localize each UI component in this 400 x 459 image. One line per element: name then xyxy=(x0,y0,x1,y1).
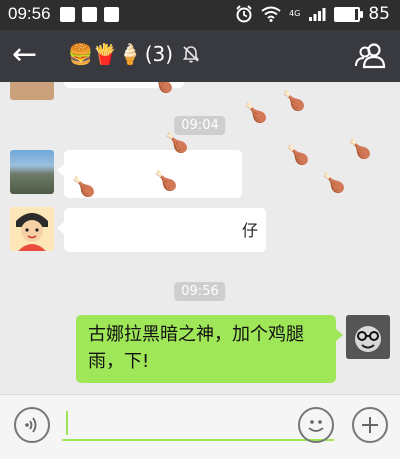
network-label: 4G xyxy=(289,9,301,18)
signal-icon xyxy=(309,8,326,21)
battery-level: 85 xyxy=(368,4,390,24)
child-photo-avatar xyxy=(346,315,390,359)
voice-icon[interactable] xyxy=(14,407,50,443)
message-text: 古娜拉黑暗之神，加个鸡腿雨，下! xyxy=(88,324,304,372)
voice-waves-icon xyxy=(25,417,37,433)
notification-icon xyxy=(82,7,97,22)
drumstick-rain-icon: 🍗 xyxy=(282,90,306,112)
drumstick-rain-icon: 🍗 xyxy=(286,144,310,166)
group-icon[interactable] xyxy=(354,40,386,72)
arrow-left-icon[interactable]: ← xyxy=(12,38,37,72)
status-bar: 09:56 4G 85 xyxy=(0,0,400,30)
input-bar xyxy=(0,394,400,459)
chat-header: ← 🍔🍟🍦 (3) xyxy=(0,30,400,82)
cartoon-avatar-image xyxy=(10,207,54,251)
avatar[interactable] xyxy=(10,82,54,100)
drumstick-rain-icon: 🍗 xyxy=(165,132,189,154)
wifi-icon xyxy=(261,6,281,22)
plus-sign-icon xyxy=(362,417,378,433)
status-time: 09:56 xyxy=(8,4,51,23)
battery-icon xyxy=(334,6,364,22)
message-bubble[interactable]: 仔 xyxy=(57,208,266,252)
avatar[interactable] xyxy=(10,207,54,251)
message-text: 仔 xyxy=(241,221,258,240)
drumstick-rain-icon: 🍗 xyxy=(150,82,174,94)
status-right-group: 4G 85 xyxy=(235,4,390,24)
drumstick-rain-icon: 🍗 xyxy=(348,138,372,160)
avatar[interactable] xyxy=(10,150,54,194)
message-bubble-self[interactable]: 古娜拉黑暗之神，加个鸡腿雨，下! xyxy=(76,315,343,383)
member-count: (3) xyxy=(144,42,174,66)
smiley-icon[interactable] xyxy=(298,407,334,443)
timestamp: 09:56 xyxy=(174,282,226,301)
alarm-icon xyxy=(236,5,252,23)
message-input[interactable] xyxy=(62,405,334,441)
drumstick-rain-icon: 🍗 xyxy=(72,176,96,198)
title-emojis: 🍔🍟🍦 xyxy=(68,42,143,66)
drumstick-rain-icon: 🍗 xyxy=(154,170,178,192)
drumstick-rain-icon: 🍗 xyxy=(244,102,268,124)
bell-off-icon xyxy=(182,46,200,63)
battery-fill xyxy=(336,8,356,20)
notification-icon xyxy=(60,7,75,22)
text-cursor xyxy=(66,411,68,435)
chat-area[interactable]: 09:04 仔 09:56 古娜拉黑暗之神，加个鸡腿雨，下! 🍗 🍗 🍗 🍗 🍗… xyxy=(0,82,400,394)
plus-icon[interactable] xyxy=(352,407,388,443)
notification-icon xyxy=(104,7,119,22)
drumstick-rain-icon: 🍗 xyxy=(322,172,346,194)
chat-title: 🍔🍟🍦 (3) xyxy=(68,42,201,66)
smiley-face-icon xyxy=(308,420,324,432)
avatar[interactable] xyxy=(346,315,390,359)
